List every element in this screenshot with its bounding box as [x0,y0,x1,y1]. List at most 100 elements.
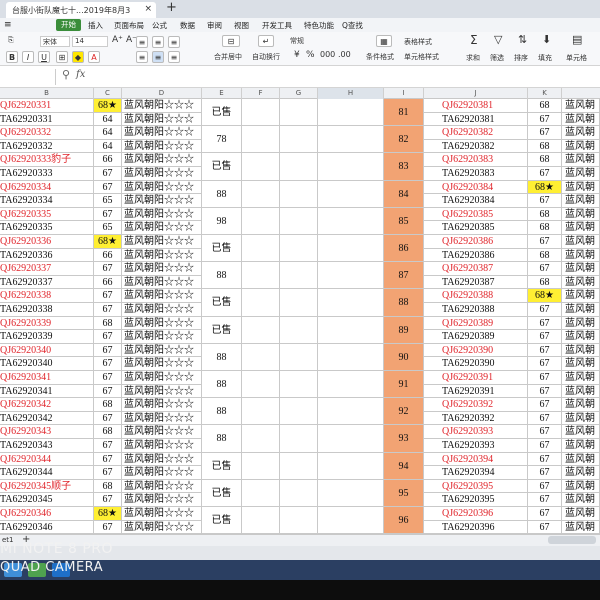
document-tab[interactable]: 台服小街队魔七十...2019年8月3 × [6,2,156,18]
cell-code[interactable]: TA62920336 [0,248,94,263]
cell-score[interactable]: 68 [528,248,562,263]
cell-name[interactable]: 蓝风朝 [562,357,600,371]
cell-name[interactable]: 蓝风朝 [562,221,600,235]
cell-code[interactable]: QJ62920388 [424,289,528,303]
font-size-select[interactable]: 14 [72,36,108,47]
align-right-icon[interactable]: ≡ [168,51,180,63]
cell-name[interactable]: 蓝风朝阳☆☆☆ [122,316,202,331]
align-middle-icon[interactable]: ≡ [152,36,164,48]
merge-cells-icon[interactable]: ⊟ [222,35,240,47]
sum-label[interactable]: 求和 [466,53,480,63]
border-icon[interactable]: ⊞ [56,51,68,63]
cell-name[interactable]: 蓝风朝阳☆☆☆ [122,221,202,235]
cell-name[interactable]: 蓝风朝 [562,303,600,317]
cell-index[interactable]: 96 [384,507,424,534]
cell-empty[interactable] [280,316,318,344]
cell-name[interactable]: 蓝风朝 [562,139,600,154]
cell-score[interactable]: 67 [94,289,122,303]
cell-empty[interactable] [242,235,280,263]
wrap-text-label[interactable]: 自动换行 [252,52,280,62]
filter-label[interactable]: 筛选 [490,53,504,63]
cell-score[interactable]: 64 [94,139,122,154]
cell-name[interactable]: 蓝风朝阳☆☆☆ [122,439,202,453]
cell-status[interactable]: 88 [202,343,242,371]
cell-score[interactable]: 68 [528,275,562,290]
filter-icon[interactable]: ▽ [494,33,502,46]
cell-score[interactable]: 67 [528,262,562,276]
cell-code[interactable]: TA62920338 [0,303,94,317]
cell-score[interactable]: 67 [528,520,562,534]
bold-icon[interactable]: B [6,51,18,63]
cell-name[interactable]: 蓝风朝阳☆☆☆ [122,262,202,276]
cell-score[interactable]: 67 [94,439,122,453]
cell-status[interactable]: 已售 [202,316,242,344]
cell-empty[interactable] [318,316,384,344]
cell-name[interactable]: 蓝风朝阳☆☆☆ [122,194,202,208]
cell-empty[interactable] [318,452,384,480]
cell-empty[interactable] [280,180,318,208]
cell-code[interactable]: TA62920388 [424,303,528,317]
table-style-label[interactable]: 表格样式 [404,37,432,47]
cell-code[interactable]: QJ62920343 [0,425,94,439]
cell-name[interactable]: 蓝风朝 [562,126,600,140]
cell-name[interactable]: 蓝风朝 [562,262,600,276]
cell-name[interactable]: 蓝风朝 [562,520,600,534]
cell-score[interactable]: 67 [94,384,122,399]
cell-score[interactable]: 68★ [94,235,122,249]
cell-score[interactable]: 67 [94,167,122,181]
cell-name[interactable]: 蓝风朝 [562,153,600,167]
cell-score[interactable]: 68 [528,153,562,167]
cell-name[interactable]: 蓝风朝 [562,289,600,303]
column-header-f[interactable]: F [242,88,280,99]
cell-label[interactable]: 单元格 [566,53,587,63]
cell-code[interactable]: TA62920345 [0,493,94,507]
cell-name[interactable]: 蓝风朝 [562,371,600,385]
cell-score[interactable]: 68★ [528,180,562,195]
cell-name[interactable]: 蓝风朝阳☆☆☆ [122,357,202,371]
cell-index[interactable]: 86 [384,235,424,263]
decimal-icon[interactable]: .00 [338,50,351,59]
cell-code[interactable]: QJ62920338 [0,289,94,303]
cell-score[interactable]: 65 [94,194,122,208]
cell-empty[interactable] [242,425,280,453]
cell-score[interactable]: 68 [94,398,122,412]
cell-score[interactable]: 67 [528,384,562,399]
cell-code[interactable]: QJ62920391 [424,371,528,385]
cell-name[interactable]: 蓝风朝阳☆☆☆ [122,167,202,181]
cell-status[interactable]: 88 [202,262,242,290]
menu-view[interactable]: 视图 [234,20,249,31]
cell-code[interactable]: QJ62920332 [0,126,94,140]
conditional-format-label[interactable]: 条件格式 [366,52,394,62]
cell-code[interactable]: TA62920344 [0,466,94,480]
cell-status[interactable]: 88 [202,371,242,399]
cell-score[interactable]: 67 [528,167,562,181]
cell-code[interactable]: TA62920389 [424,330,528,344]
menu-page-layout[interactable]: 页面布局 [114,20,144,31]
cell-code[interactable]: TA62920387 [424,275,528,290]
cell-code[interactable]: TA62920381 [424,112,528,127]
cell-empty[interactable] [280,398,318,426]
cell-index[interactable]: 88 [384,289,424,317]
currency-icon[interactable]: ¥ [294,50,300,60]
cell-empty[interactable] [242,126,280,154]
merge-center-label[interactable]: 合并居中 [214,52,242,62]
cell-name[interactable]: 蓝风朝阳☆☆☆ [122,479,202,494]
sort-icon[interactable]: ⇅ [518,33,527,46]
cell-code[interactable]: QJ62920381 [424,99,528,113]
zoom-icon[interactable]: ⚲ [62,68,70,81]
cell-code[interactable]: QJ62920396 [424,507,528,521]
cell-code[interactable]: TA62920346 [0,520,94,534]
cell-name[interactable]: 蓝风朝 [562,466,600,480]
cell-code[interactable]: QJ62920341 [0,371,94,385]
cell-status[interactable]: 98 [202,207,242,235]
menu-search[interactable]: Q查找 [342,20,363,31]
cell-code[interactable]: QJ62920385 [424,207,528,222]
cell-name[interactable]: 蓝风朝阳☆☆☆ [122,493,202,507]
cell-code[interactable]: TA62920393 [424,439,528,453]
cell-empty[interactable] [318,235,384,263]
cell-score[interactable]: 66 [94,275,122,290]
cell-index[interactable]: 92 [384,398,424,426]
cell-index[interactable]: 95 [384,479,424,507]
fill-label[interactable]: 填充 [538,53,552,63]
cell-name[interactable]: 蓝风朝阳☆☆☆ [122,303,202,317]
